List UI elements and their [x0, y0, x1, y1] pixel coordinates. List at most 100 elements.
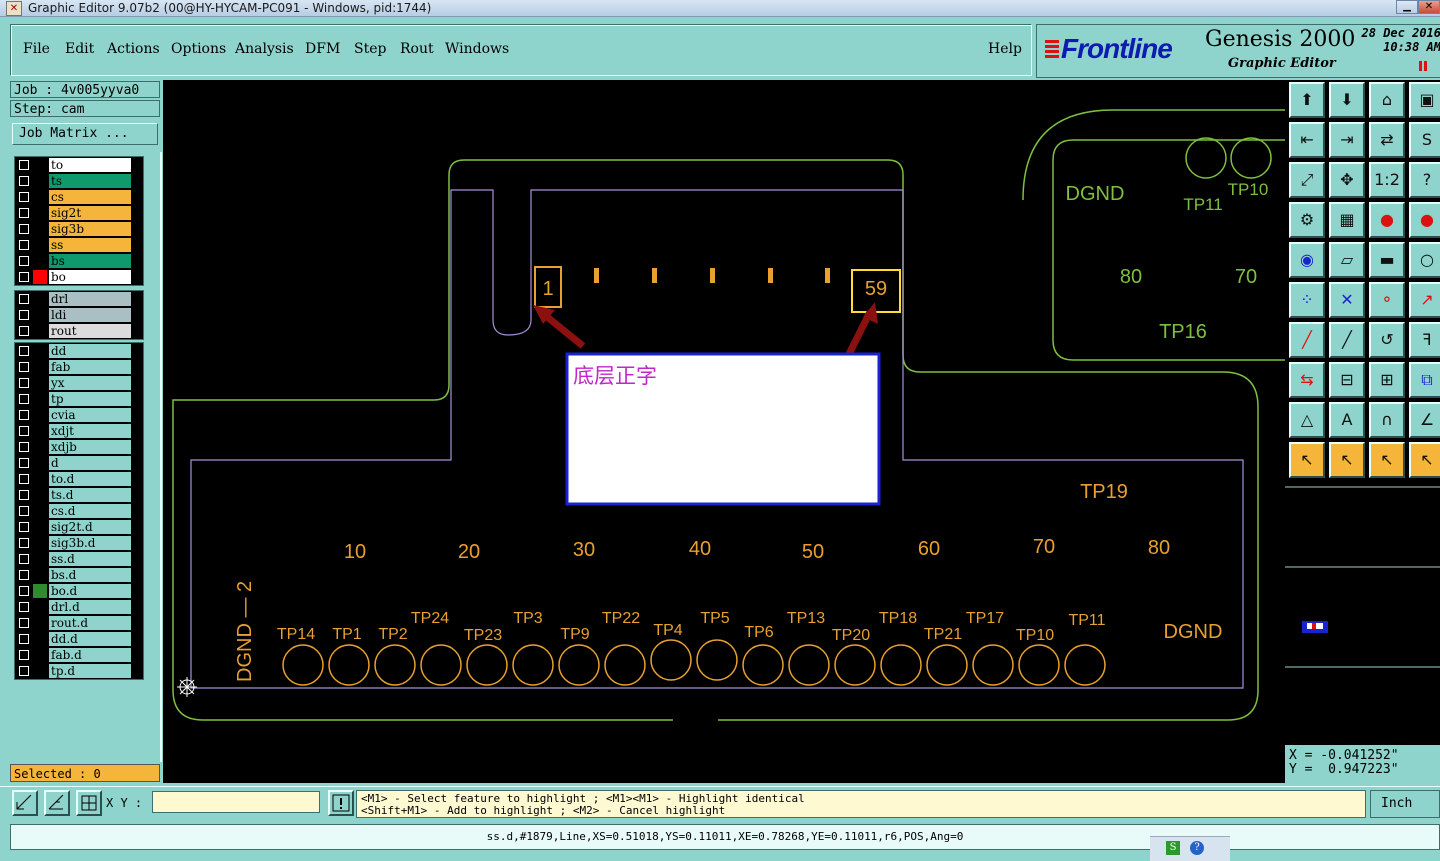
layer-color-swatch[interactable] [33, 174, 47, 188]
menu-file[interactable]: File [23, 41, 50, 57]
select-area-tool-button[interactable]: ▱ [1329, 242, 1365, 278]
layer-row-tp[interactable]: tp ✎ [15, 391, 143, 407]
menu-help[interactable]: Help [988, 41, 1022, 57]
layer-row-cs[interactable]: cs ✎ [15, 189, 143, 205]
layer-name[interactable]: dd [49, 344, 131, 358]
layer-row-bo-d[interactable]: bo.d ✎ [15, 583, 143, 599]
layer-row-fab[interactable]: fab ✎ [15, 359, 143, 375]
xy-input[interactable] [152, 791, 320, 813]
layer-checkbox[interactable] [19, 522, 29, 532]
layer-name[interactable]: dd.d [49, 632, 131, 646]
layer-name[interactable]: sig3b [49, 222, 131, 236]
layer-checkbox[interactable] [19, 570, 29, 580]
graphic-canvas[interactable]: 1 59 底层正字 10 20 30 40 50 60 70 80 TP19 D… [163, 80, 1285, 783]
layer-row-ldi[interactable]: ldi ✎ [15, 307, 143, 323]
layer-checkbox[interactable] [19, 256, 29, 266]
layer-name[interactable]: ldi [49, 308, 131, 322]
layer-name[interactable]: cs [49, 190, 131, 204]
layer-name[interactable]: bs [49, 254, 131, 268]
split-tool-button[interactable]: ⊟ [1329, 362, 1365, 398]
layer-checkbox[interactable] [19, 554, 29, 564]
measure-tool-button[interactable]: ⚙ [1289, 202, 1325, 238]
layer-row-to[interactable]: to ✎ [15, 157, 143, 173]
layer-name[interactable]: rout [49, 324, 131, 338]
warning-button[interactable] [328, 790, 354, 816]
layer-name[interactable]: bo.d [49, 584, 131, 598]
layer-checkbox[interactable] [19, 602, 29, 612]
vector-tool-button[interactable]: ↗ [1409, 282, 1440, 318]
layer-name[interactable]: drl.d [49, 600, 131, 614]
pointer-frame-tool-button[interactable]: ↖ [1369, 442, 1405, 478]
frame-tool-button[interactable]: ꟻ [1409, 322, 1440, 358]
layer-color-swatch[interactable] [33, 584, 47, 598]
layer-color-swatch[interactable] [33, 206, 47, 220]
layer-row-sig2t[interactable]: sig2t ✎ [15, 205, 143, 221]
cross-tool-button[interactable]: ✕ [1329, 282, 1365, 318]
layer-name[interactable]: cvia [49, 408, 131, 422]
layer-row-drl-d[interactable]: drl.d ✎ [15, 599, 143, 615]
layer-row-tp-d[interactable]: tp.d ✎ [15, 663, 143, 679]
menu-dfm[interactable]: DFM [305, 41, 340, 57]
save-tool-button[interactable]: ⬇ [1329, 82, 1365, 118]
layer-color-swatch[interactable] [33, 648, 47, 662]
tray-app-icon[interactable]: S [1166, 841, 1180, 855]
layer-color-swatch[interactable] [33, 456, 47, 470]
menu-analysis[interactable]: Analysis [235, 41, 294, 57]
zoom-fit-button[interactable] [44, 790, 70, 816]
layer-checkbox[interactable] [19, 346, 29, 356]
layer-checkbox[interactable] [19, 176, 29, 186]
net-tool-button[interactable]: ⁘ [1289, 282, 1325, 318]
layer-row-ss[interactable]: ss ✎ [15, 237, 143, 253]
snap-red-tool-button[interactable]: ● [1369, 202, 1405, 238]
layer-color-swatch[interactable] [33, 158, 47, 172]
layer-name[interactable]: to [49, 158, 131, 172]
layer-name[interactable]: to.d [49, 472, 131, 486]
layer-checkbox[interactable] [19, 458, 29, 468]
mirror-tool-button[interactable]: S [1409, 122, 1440, 158]
slash-tool-button[interactable]: ╱ [1329, 322, 1365, 358]
pad-tool-button[interactable]: ◉ [1289, 242, 1325, 278]
layer-row-xdjt[interactable]: xdjt ✎ [15, 423, 143, 439]
layer-color-swatch[interactable] [33, 536, 47, 550]
layer-color-swatch[interactable] [33, 472, 47, 486]
layer-row-ts[interactable]: ts ✎ [15, 173, 143, 189]
menu-actions[interactable]: Actions [107, 41, 160, 57]
pointer-tool-button[interactable]: ↖ [1289, 442, 1325, 478]
layer-color-swatch[interactable] [33, 344, 47, 358]
layer-color-swatch[interactable] [33, 552, 47, 566]
menu-options[interactable]: Options [171, 41, 226, 57]
arch-tool-button[interactable]: ∩ [1369, 402, 1405, 438]
layer-checkbox[interactable] [19, 506, 29, 516]
triangle-tool-button[interactable]: △ [1289, 402, 1325, 438]
layer-row-cvia[interactable]: cvia ✎ [15, 407, 143, 423]
layer-color-swatch[interactable] [33, 190, 47, 204]
layer-color-swatch[interactable] [33, 292, 47, 306]
layer-color-swatch[interactable] [33, 408, 47, 422]
home-tool-button[interactable]: ⌂ [1369, 82, 1405, 118]
layer-checkbox[interactable] [19, 160, 29, 170]
layer-color-swatch[interactable] [33, 600, 47, 614]
layer-name[interactable]: ss.d [49, 552, 131, 566]
menu-step[interactable]: Step [354, 41, 386, 57]
layer-checkbox[interactable] [19, 426, 29, 436]
layer-row-sig3b-d[interactable]: sig3b.d ✎ [15, 535, 143, 551]
layer-row-yx[interactable]: yx ✎ [15, 375, 143, 391]
circle-tool-button[interactable]: ○ [1409, 242, 1440, 278]
layer-checkbox[interactable] [19, 538, 29, 548]
import-tool-button[interactable]: ⇤ [1289, 122, 1325, 158]
minimize-button[interactable]: ▁ [1396, 0, 1418, 14]
menu-rout[interactable]: Rout [400, 41, 434, 57]
layer-row-bs-d[interactable]: bs.d ✎ [15, 567, 143, 583]
layer-checkbox[interactable] [19, 410, 29, 420]
layer-checkbox[interactable] [19, 294, 29, 304]
layer-row-sig3b[interactable]: sig3b ✎ [15, 221, 143, 237]
layer-row-rout[interactable]: rout ✎ [15, 323, 143, 339]
align-tool-button[interactable]: ⊞ [1369, 362, 1405, 398]
layer-color-swatch[interactable] [33, 664, 47, 678]
layer-checkbox[interactable] [19, 310, 29, 320]
layer-row-bo[interactable]: bo ✎ [15, 269, 143, 285]
layer-color-swatch[interactable] [33, 616, 47, 630]
job-matrix-button[interactable]: Job Matrix ... [12, 123, 158, 145]
layer-color-swatch[interactable] [33, 424, 47, 438]
snap-grid-button[interactable] [76, 790, 102, 816]
